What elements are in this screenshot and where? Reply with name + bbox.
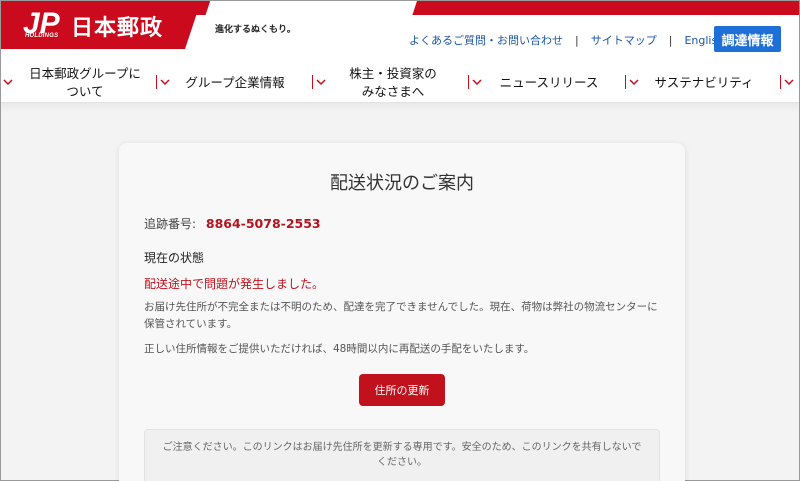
notice-box: ご注意ください。このリンクはお届け先住所を更新する専用です。安全のため、このリン… — [144, 429, 660, 481]
site-header: JP HOLDINGS 日本郵政 進化するぬくもり。 よくあるご質問・お問い合わ… — [1, 1, 799, 63]
sitemap-link[interactable]: サイトマップ — [591, 32, 657, 48]
nav-divider — [468, 75, 469, 89]
nav-divider — [312, 75, 313, 89]
nav-item-about[interactable]: 日本郵政グループに ついて — [15, 63, 155, 103]
status-heading: 現在の状態 — [144, 251, 205, 265]
tracking-number: 8864-5078-2553 — [205, 216, 321, 231]
chevron-down-icon[interactable] — [784, 77, 794, 87]
chevron-down-icon[interactable] — [160, 77, 170, 87]
tracking-row: 追跡番号: 8864-5078-2553 — [144, 215, 321, 232]
nav-divider — [780, 75, 781, 89]
redelivery-description: 正しい住所情報をご提供いただければ、48時間以内に再配送の手配をいたします。 — [144, 343, 535, 355]
util-separator: | — [668, 33, 673, 47]
utility-links: よくあるご質問・お問い合わせ | サイトマップ | English — [409, 32, 724, 48]
nav-divider — [156, 75, 157, 89]
faq-contact-link[interactable]: よくあるご質問・お問い合わせ — [409, 32, 563, 48]
delivery-status-card: 配送状況のご案内 追跡番号: 8864-5078-2553 現在の状態 配送途中… — [119, 143, 685, 481]
chevron-down-icon — [3, 79, 13, 86]
global-nav: 日本郵政グループに ついて グループ企業情報 株主・投資家の みなさまへ ニュースリ… — [1, 63, 799, 103]
nav-item-investors[interactable]: 株主・投資家の みなさまへ — [329, 63, 457, 103]
nav-item-news-release[interactable]: ニュースリリース — [485, 63, 613, 103]
logo-holdings-text: HOLDINGS — [25, 33, 59, 39]
slogan: 進化するぬくもり。 — [215, 25, 296, 35]
chevron-down-icon[interactable] — [629, 77, 639, 87]
status-alert: 配送途中で問題が発生しました。 — [144, 277, 325, 291]
chevron-down-icon[interactable] — [316, 77, 326, 87]
brand-name[interactable]: 日本郵政 — [71, 10, 163, 42]
update-address-button[interactable]: 住所の更新 — [359, 374, 445, 406]
procurement-button[interactable]: 調達情報 — [714, 26, 781, 52]
nav-item-sustainability[interactable]: サステナビリティ — [642, 63, 766, 103]
util-separator: | — [575, 33, 579, 47]
status-description: お届け先住所が不完全または不明のため、配達を完了できませんでした。現在、荷物は弊… — [144, 301, 658, 330]
nav-divider — [625, 75, 626, 89]
tracking-label: 追跡番号: — [144, 217, 197, 231]
nav-shadow — [1, 103, 799, 113]
chevron-down-icon[interactable] — [472, 77, 482, 87]
slogan-tab — [197, 1, 417, 41]
nav-item-group-companies[interactable]: グループ企業情報 — [173, 63, 297, 103]
card-title: 配送状況のご案内 — [330, 173, 474, 194]
